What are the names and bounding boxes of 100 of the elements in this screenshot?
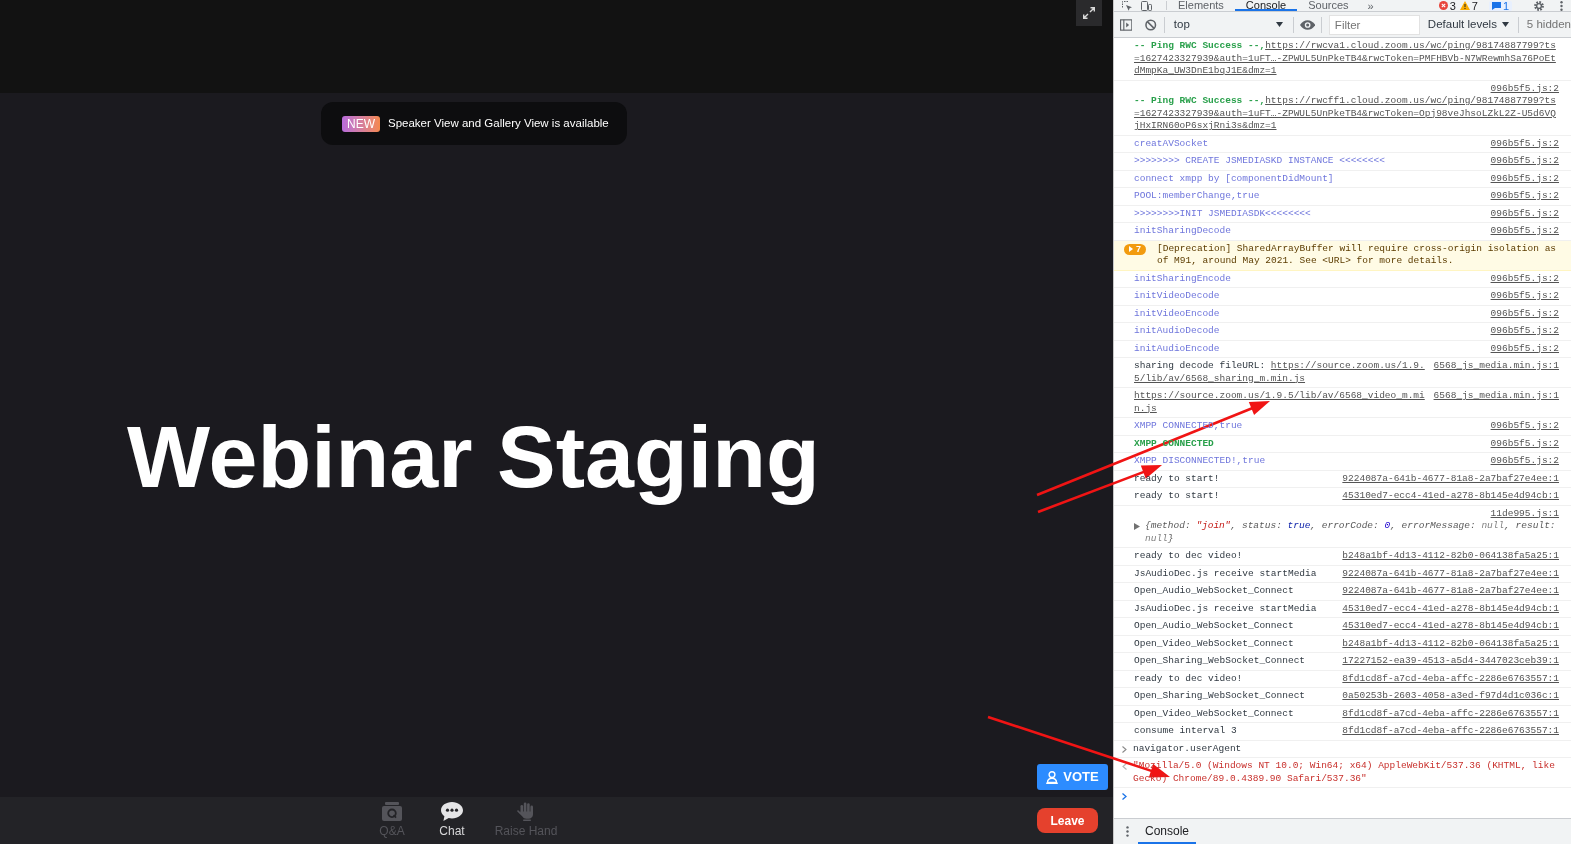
- caret-icon: [1501, 22, 1509, 27]
- source-link[interactable]: 8fd1cd8f-a7cd-4eba-affc-2286e6763557:1: [1342, 707, 1559, 720]
- caret-icon: [1275, 22, 1283, 27]
- error-icon: [1438, 1, 1448, 10]
- console-message: initSharingDecode: [1134, 225, 1232, 238]
- source-link[interactable]: 9224087a-641b-4677-81a8-2a7baf27e4ee:1: [1342, 585, 1559, 598]
- source-link[interactable]: 096b5f5.js:2: [1490, 272, 1559, 285]
- warning-count-button[interactable]: 7: [1457, 0, 1480, 11]
- source-link[interactable]: 096b5f5.js:2: [1490, 420, 1559, 433]
- chevron-left-icon: [1122, 763, 1127, 770]
- ban-icon[interactable]: [1145, 18, 1157, 31]
- toolbar-label: Chat: [439, 824, 465, 838]
- source-link[interactable]: 096b5f5.js:2: [1490, 437, 1559, 450]
- console-message: Open_Video_WebSocket_Connect: [1134, 637, 1295, 650]
- console-message: ready to start!: [1134, 472, 1221, 485]
- console-message: Open_Audio_WebSocket_Connect: [1134, 585, 1295, 598]
- context-select[interactable]: top: [1167, 14, 1289, 35]
- console-message: initAudioDecode: [1134, 325, 1221, 338]
- sidebar-icon[interactable]: [1120, 18, 1133, 31]
- speech-bubble-icon: [441, 802, 463, 821]
- drawer-tab[interactable]: Console: [1138, 819, 1197, 844]
- object-preview: {method: "join", status: true, errorCode: 0, errorMessage: null, result: null}: [1145, 520, 1557, 545]
- console-message: initVideoEncode: [1134, 307, 1221, 320]
- cursor-box-icon[interactable]: [1122, 0, 1132, 11]
- prompt-chevron-icon: [1122, 793, 1127, 800]
- new-badge: NEW: [342, 115, 380, 132]
- error-count-button[interactable]: 3: [1436, 0, 1458, 11]
- source-link[interactable]: 096b5f5.js:2: [1490, 325, 1559, 338]
- console-message: -- Ping RWC Success --,https://rwcva1.cloud.zoom.us/wc/ping/98174887799?ts=1627423327939&auth=1uFT…-ZPWUL5UnPkeTB4&rwcToken=PMFHBVb-N7WRewmhSa76PoEtdMmpKa_UW3DnE1bqJ1E&dmz=1: [1134, 40, 1557, 78]
- leave-button[interactable]: Leave: [1037, 808, 1098, 833]
- console-message: XMPP DISCONNECTED!,true: [1134, 455, 1267, 468]
- issue-count-button[interactable]: 1: [1488, 0, 1512, 11]
- url-link[interactable]: https://source.zoom.us/1.9.5/lib/av/6568_video_m.min.js: [1134, 390, 1426, 415]
- result-text: "Mozilla/5.0 (Windows NT 10.0; Win64; x64) AppleWebKit/537.36 (KHTML, like Gecko) Chrome/89.0.4389.90 Safari/537.36": [1133, 760, 1556, 785]
- console-message: ready to dec video!: [1134, 672, 1244, 685]
- console-message: Open_Video_WebSocket_Connect: [1134, 707, 1295, 720]
- question-card-icon: [382, 802, 402, 821]
- chat-button[interactable]: Chat: [426, 802, 478, 838]
- filter-field[interactable]: Filter: [1328, 14, 1420, 35]
- message-icon: [1491, 1, 1501, 10]
- source-link[interactable]: 0a50253b-2603-4058-a3ed-f97d4d1c036c:1: [1342, 690, 1559, 703]
- source-link[interactable]: 9224087a-641b-4677-81a8-2a7baf27e4ee:1: [1342, 567, 1559, 580]
- device-icon[interactable]: [1141, 0, 1152, 11]
- source-link[interactable]: 6568_js_media.min.js:1: [1433, 390, 1559, 403]
- devtools-tab[interactable]: Elements: [1167, 0, 1235, 11]
- console-message: >>>>>>>> CREATE JSMEDIASKD INSTANCE <<<<<<<<: [1134, 155, 1386, 168]
- devtools-tab[interactable]: Sources: [1297, 0, 1360, 11]
- source-link[interactable]: 9224087a-641b-4677-81a8-2a7baf27e4ee:1: [1342, 472, 1559, 485]
- fullscreen-icon: [1083, 7, 1095, 19]
- more-options-icon[interactable]: [1560, 0, 1563, 11]
- more-tabs-button[interactable]: »: [1359, 0, 1382, 11]
- warning-text: [Deprecation] SharedArrayBuffer will require cross-origin isolation as of M91, around May 2021. See <URL> for more details.: [1157, 242, 1558, 268]
- source-link[interactable]: 096b5f5.js:2: [1490, 342, 1559, 355]
- source-link[interactable]: 096b5f5.js:2: [1490, 172, 1559, 185]
- console-message: POOL:memberChange,true: [1134, 190, 1261, 203]
- console-message: XMPP CONNECTED: [1134, 437, 1215, 450]
- expand-triangle-icon[interactable]: [1134, 523, 1140, 530]
- source-link[interactable]: 45310ed7-ecc4-41ed-a278-8b145e4d94cb:1: [1342, 620, 1559, 633]
- source-link[interactable]: 096b5f5.js:2: [1490, 190, 1559, 203]
- fullscreen-button[interactable]: [1076, 0, 1102, 26]
- source-link[interactable]: 45310ed7-ecc4-41ed-a278-8b145e4d94cb:1: [1342, 602, 1559, 615]
- settings-icon[interactable]: [1534, 0, 1544, 11]
- console-message: -- Ping RWC Success --,https://rwcff1.cloud.zoom.us/wc/ping/98174887799?ts=1627423327939&auth=1uFT…-ZPWUL5UnPkeTB4&rwcToken=Opj98veJhsoLZkL2Z-U5d6VQjHxIRN60oP6sxjRni3s&dmz=1: [1134, 95, 1557, 133]
- source-link[interactable]: 096b5f5.js:2: [1490, 207, 1559, 220]
- source-link[interactable]: 096b5f5.js:2: [1490, 307, 1559, 320]
- command-text: navigator.userAgent: [1133, 742, 1242, 755]
- source-link[interactable]: 096b5f5.js:2: [1490, 155, 1559, 168]
- banner-text: Speaker View and Gallery View is available: [388, 115, 609, 131]
- source-link[interactable]: 17227152-ea39-4513-a5d4-3447023ceb39:1: [1342, 655, 1559, 668]
- source-link[interactable]: 096b5f5.js:2: [1490, 225, 1559, 238]
- log-levels-dropdown[interactable]: Default levels: [1427, 14, 1509, 35]
- console-message: Open_Audio_WebSocket_Connect: [1134, 620, 1295, 633]
- source-link[interactable]: 11de995.js:1: [1490, 507, 1559, 520]
- console-message: creatAVSocket: [1134, 137, 1210, 150]
- source-link[interactable]: 45310ed7-ecc4-41ed-a278-8b145e4d94cb:1: [1342, 490, 1559, 503]
- source-link[interactable]: 096b5f5.js:2: [1490, 82, 1559, 95]
- console-message: sharing decode fileURL: https://source.zoom.us/1.9.5/lib/av/6568_sharing_m.min.js: [1134, 360, 1426, 385]
- console-message: ready to dec video!: [1134, 550, 1244, 563]
- source-link[interactable]: 6568_js_media.min.js:1: [1433, 360, 1559, 373]
- source-link[interactable]: 096b5f5.js:2: [1490, 137, 1559, 150]
- console-message: >>>>>>>>INIT JSMEDIASDK<<<<<<<<: [1134, 207, 1312, 220]
- console-message: Open_Sharing_WebSocket_Connect: [1134, 690, 1307, 703]
- source-link[interactable]: 096b5f5.js:2: [1490, 455, 1559, 468]
- more-options-icon[interactable]: [1126, 826, 1129, 837]
- console-message: initVideoDecode: [1134, 290, 1221, 303]
- console-message: initAudioEncode: [1134, 342, 1221, 355]
- console-message: consume interval 3: [1134, 725, 1238, 738]
- source-link[interactable]: b248a1bf-4d13-4112-82b0-064138fa5a25:1: [1342, 550, 1559, 563]
- console-message: JsAudioDec.js receive startMedia: [1134, 567, 1318, 580]
- person-icon: [1046, 770, 1059, 784]
- source-link[interactable]: b248a1bf-4d13-4112-82b0-064138fa5a25:1: [1342, 637, 1559, 650]
- console-message: connect xmpp by [componentDidMount]: [1134, 172, 1335, 185]
- eye-icon[interactable]: [1299, 19, 1315, 30]
- source-link[interactable]: 8fd1cd8f-a7cd-4eba-affc-2286e6763557:1: [1342, 725, 1559, 738]
- hand-icon: [516, 802, 536, 821]
- source-link[interactable]: 096b5f5.js:2: [1490, 290, 1559, 303]
- chevron-right-icon: [1122, 745, 1127, 753]
- console-message: JsAudioDec.js receive startMedia: [1134, 602, 1318, 615]
- source-link[interactable]: 8fd1cd8f-a7cd-4eba-affc-2286e6763557:1: [1342, 672, 1559, 685]
- hidden-count: 5 hidden: [1526, 16, 1571, 32]
